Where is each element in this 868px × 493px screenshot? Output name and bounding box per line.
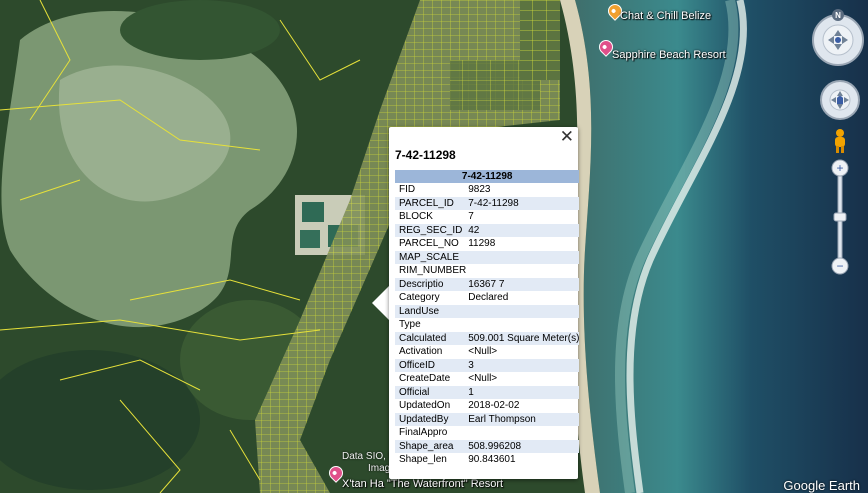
zoom-in-button: + (836, 161, 843, 175)
attribute-value: 7 (468, 211, 474, 223)
attribute-row: BLOCK 7 (395, 210, 579, 224)
attribute-key: UpdatedOn (399, 400, 451, 412)
place-label-chat-chill[interactable]: Chat & Chill Belize (620, 10, 711, 22)
attribute-key: Shape_len (399, 454, 447, 466)
attribute-value: 9823 (468, 184, 491, 196)
google-earth-watermark: Google Earth (783, 478, 860, 493)
attribute-value (466, 318, 579, 332)
attribute-value: Earl Thompson (466, 412, 580, 426)
attribute-table-header: 7-42-11298 (395, 170, 580, 183)
attribute-value: <Null> (468, 346, 498, 358)
attribute-key: Category (399, 292, 440, 304)
attribute-row: RIM_NUMBER (395, 264, 579, 278)
attribute-row: Type (395, 318, 579, 332)
attribute-value: 1 (466, 385, 580, 399)
attribute-row: LandUse (395, 304, 580, 318)
attribute-value: 90.843601 (468, 454, 516, 466)
imagery-credit-line: Imag (368, 463, 391, 474)
popup-title: 7-42-11298 (395, 148, 456, 162)
attribute-key: Official (395, 385, 467, 399)
attribute-row: Calculated 509.001 Square Meter(s) (395, 331, 580, 345)
parcel-info-popup: ✕ 7-42-11298 7-42-11298 FID 9823 PARCEL_ID… (389, 127, 580, 479)
attribute-value: 11298 (468, 238, 496, 250)
attribute-key: CreateDate (399, 373, 451, 385)
attribute-value: 7-42-11298 (466, 196, 580, 210)
attribute-value: 42 (466, 223, 580, 237)
attribute-row: Activation <Null> (395, 345, 579, 359)
attribute-value: <Null> (468, 373, 498, 385)
attribute-row: PARCEL_ID 7-42-11298 (395, 196, 580, 210)
attribute-key: Shape_area (395, 439, 467, 453)
attribute-row: Descriptio 16367 7 (395, 277, 580, 291)
look-control[interactable] (818, 78, 862, 122)
attribute-value: 16367 7 (466, 277, 580, 291)
attribute-value: Declared (468, 292, 509, 304)
compass-north-label: N (835, 11, 841, 20)
attribute-row: Shape_area 508.996208 (395, 439, 580, 453)
zoom-out-button: − (836, 259, 843, 273)
attribute-value (466, 264, 579, 278)
attribute-key: Type (399, 319, 421, 331)
attribute-row: PARCEL_NO 11298 (395, 237, 579, 251)
attribute-row: CreateDate <Null> (395, 372, 579, 386)
close-icon[interactable]: ✕ (560, 127, 574, 147)
attribute-key: FID (399, 184, 416, 196)
attribute-value: 509.001 Square Meter(s) (466, 331, 580, 345)
attribute-value: 2018-02-02 (468, 400, 520, 412)
attribute-key: OfficeID (395, 358, 467, 372)
attribute-row: Official 1 (395, 385, 580, 399)
attribute-row: UpdatedOn 2018-02-02 (395, 399, 579, 413)
attribute-key: PARCEL_ID (395, 196, 467, 210)
attribute-row: Shape_len 90.843601 (395, 453, 579, 467)
street-view-pegman-icon[interactable] (831, 128, 849, 154)
attribute-key: FinalAppro (399, 427, 448, 439)
attribute-key: LandUse (395, 304, 467, 318)
attribute-key: Descriptio (395, 277, 467, 291)
attribute-key: Activation (399, 346, 443, 358)
imagery-attribution: Data SIO, N Imag (342, 451, 396, 475)
attribute-value (466, 304, 580, 318)
attribute-value (466, 426, 579, 440)
zoom-thumb (833, 212, 847, 222)
attribute-row: REG_SEC_ID 42 (395, 223, 580, 237)
place-label-sapphire[interactable]: Sapphire Beach Resort (612, 49, 726, 61)
attribute-row: FinalAppro (395, 426, 579, 440)
zoom-slider[interactable]: + − (831, 158, 849, 278)
attribute-row: OfficeID 3 (395, 358, 580, 372)
attribute-row: Category Declared (395, 291, 579, 305)
attribute-row: MAP_SCALE (395, 250, 580, 264)
attribute-key: MAP_SCALE (395, 250, 467, 264)
attribute-key: UpdatedBy (395, 412, 467, 426)
attribute-table: 7-42-11298 FID 9823 PARCEL_ID 7-42-11298 BLO… (395, 170, 580, 467)
attribute-key: PARCEL_NO (399, 238, 459, 250)
attribute-key: RIM_NUMBER (399, 265, 467, 277)
data-credit-line: Data SIO, N (342, 451, 396, 462)
place-label-xtan-ha[interactable]: X'tan Ha "The Waterfront" Resort (342, 478, 503, 490)
attribute-row: UpdatedBy Earl Thompson (395, 412, 580, 426)
attribute-value: 508.996208 (466, 439, 580, 453)
attribute-key: Calculated (395, 331, 467, 345)
popup-pointer (372, 285, 390, 321)
attribute-value (466, 250, 580, 264)
compass-control[interactable]: N (808, 8, 866, 68)
attribute-row: FID 9823 (395, 183, 579, 197)
attribute-value: 3 (466, 358, 580, 372)
attribute-key: BLOCK (399, 211, 433, 223)
attribute-key: REG_SEC_ID (395, 223, 467, 237)
